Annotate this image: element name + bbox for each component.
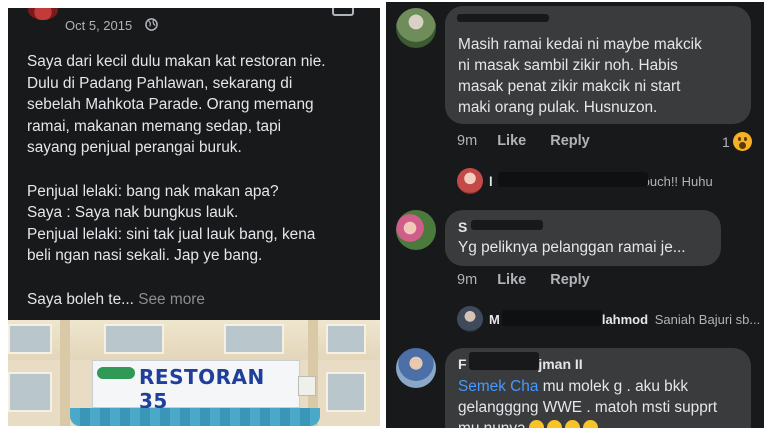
window [104, 324, 164, 354]
window [8, 324, 52, 354]
window [8, 372, 52, 412]
post-body: Saya dari kecil dulu makan kat restoran … [27, 51, 372, 310]
laughing-emoji-icon [564, 420, 580, 428]
comments-panel: Masih ramai kedai ni maybe makcik ni mas… [386, 2, 764, 428]
comment-actions: 9m Like Reply [457, 272, 590, 288]
sign-logo [97, 367, 135, 379]
avatar[interactable] [457, 306, 483, 332]
post-panel: Oct 5, 2015 Saya dari kecil dulu makan k… [8, 8, 380, 426]
redacted-name [471, 220, 543, 230]
post-body-text: Saya dari kecil dulu makan kat restoran … [27, 53, 326, 308]
mention-link[interactable]: Semek Cha [458, 378, 538, 395]
comment-time[interactable]: 9m [457, 133, 477, 149]
sign-title: RESTORAN 35 [139, 365, 265, 413]
reaction-count[interactable]: 1 [722, 134, 730, 150]
avatar[interactable] [396, 210, 436, 250]
comment-author-initial: F [458, 356, 467, 372]
redacted-name [457, 14, 549, 22]
globe-icon [145, 18, 158, 31]
comment-actions: 9m Like Reply [457, 133, 590, 149]
reply-author: M [489, 312, 500, 327]
restaurant-photo[interactable]: RESTORAN 35 [8, 320, 380, 426]
redacted-name [498, 172, 648, 187]
comment-author[interactable]: S [458, 219, 467, 235]
window [326, 324, 366, 354]
avatar[interactable] [457, 168, 483, 194]
reply-author: l [489, 174, 493, 189]
reply-button[interactable]: Reply [550, 133, 590, 149]
restaurant-sign: RESTORAN 35 [92, 360, 300, 413]
comment-bubble: Fajman II Semek Cha mu molek g . aku bkk… [445, 348, 751, 428]
reply-author-tail: lahmod [601, 312, 649, 327]
options-icon[interactable] [332, 8, 354, 16]
like-button[interactable]: Like [497, 272, 526, 288]
avatar[interactable] [396, 348, 436, 388]
window [326, 372, 366, 412]
reply-text: Saniah Bajuri sb... [654, 312, 761, 327]
comment-bubble: Masih ramai kedai ni maybe makcik ni mas… [445, 6, 751, 124]
small-signboard [298, 376, 316, 396]
window [224, 324, 284, 354]
see-more-link[interactable]: See more [138, 291, 205, 308]
laughing-emoji-icon [582, 420, 598, 428]
post-date[interactable]: Oct 5, 2015 [65, 18, 132, 33]
pillar [60, 320, 70, 426]
comment-text: Yg peliknya pelanggan ramai je... [458, 239, 686, 256]
comment-text: Masih ramai kedai ni maybe makcik ni mas… [458, 36, 702, 116]
reply-text: ouch!! Huhu [642, 174, 713, 189]
comment-time[interactable]: 9m [457, 272, 477, 288]
avatar[interactable] [28, 8, 58, 20]
comment-bubble: S Yg peliknya pelanggan ramai je... [445, 210, 721, 266]
post-header: Oct 5, 2015 [8, 8, 380, 38]
laughing-emoji-icon [528, 420, 544, 428]
like-button[interactable]: Like [497, 133, 526, 149]
redacted-name [502, 310, 602, 326]
avatar[interactable] [396, 8, 436, 48]
wow-emoji-icon[interactable] [733, 132, 752, 151]
comment-text: Semek Cha mu molek g . aku bkk gelangggn… [458, 376, 748, 428]
awning [70, 408, 320, 426]
laughing-emoji-icon [546, 420, 562, 428]
reply-button[interactable]: Reply [550, 272, 590, 288]
redacted-name [469, 352, 539, 370]
